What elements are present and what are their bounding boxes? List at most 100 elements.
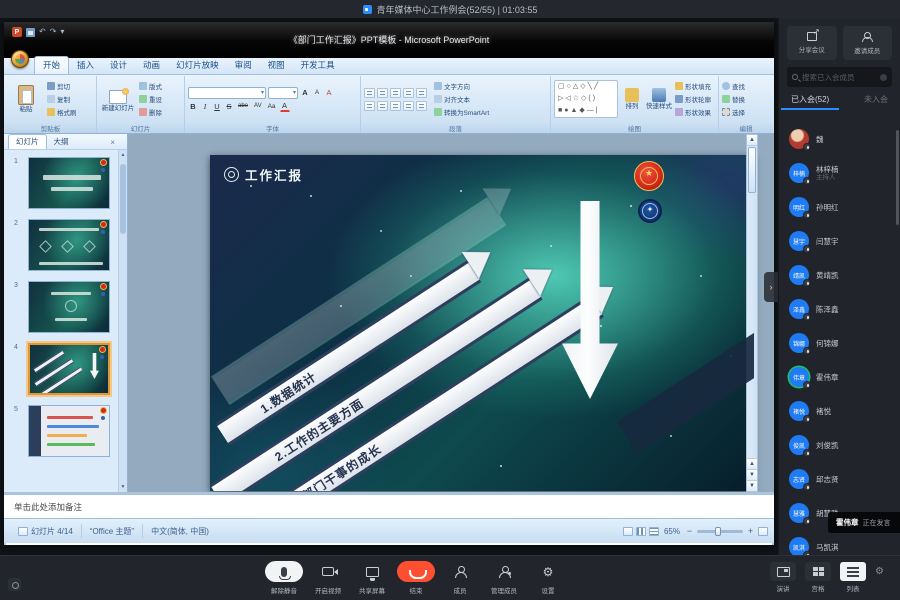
participant-row[interactable]: 慧宇 闫慧宇 — [779, 224, 900, 258]
scroll-up-icon[interactable]: ▲ — [747, 135, 757, 146]
tab-animations[interactable]: 动画 — [135, 57, 168, 74]
fit-to-window-icon[interactable] — [758, 527, 768, 536]
thumbnail-scrollbar[interactable]: ▲ ▼ — [118, 150, 127, 492]
next-slide-icon[interactable]: ▼ — [747, 469, 757, 480]
members-button[interactable]: 成员 — [438, 561, 482, 595]
save-icon[interactable] — [26, 28, 35, 37]
tab-review[interactable]: 审阅 — [227, 57, 260, 74]
participant-row[interactable]: 俊凯 刘俊凯 — [779, 428, 900, 462]
redo-icon[interactable]: ↷ — [50, 27, 57, 37]
format-painter-button[interactable]: 格式刷 — [47, 107, 77, 118]
slide-thumbnail-3[interactable]: 3 — [28, 281, 110, 333]
unmute-button[interactable]: 解除静音 — [262, 561, 306, 595]
align-center-button[interactable] — [377, 101, 388, 111]
numbering-button[interactable] — [377, 88, 388, 98]
increase-indent-button[interactable] — [403, 88, 414, 98]
tab-joined-members[interactable]: 已入会(52) — [791, 94, 829, 110]
shadow-button[interactable]: abe — [236, 101, 250, 112]
participant-list-scrollbar[interactable] — [896, 130, 899, 225]
char-spacing-button[interactable]: AV — [252, 101, 264, 112]
pane-close-icon[interactable]: × — [110, 138, 115, 149]
participant-row[interactable]: 褚悦 褚悦 — [779, 394, 900, 428]
scroll-down-icon[interactable]: ▼ — [747, 480, 757, 491]
participant-row[interactable]: 锦娜 何锦娜 — [779, 326, 900, 360]
end-meeting-button[interactable]: 结束 — [394, 561, 438, 595]
shrink-font-button[interactable]: A — [312, 87, 322, 98]
columns-button[interactable] — [416, 101, 427, 111]
settings-button[interactable]: ⚙ 设置 — [526, 561, 570, 595]
select-button[interactable]: 选择 — [722, 107, 745, 118]
participant-row[interactable]: 靖凯 黄靖凯 — [779, 258, 900, 292]
slide-thumbnail-4-selected[interactable]: 4 — [28, 343, 110, 395]
new-slide-button[interactable]: 新建幻灯片 — [100, 87, 136, 112]
slideshow-icon[interactable] — [649, 527, 659, 536]
shape-fill-button[interactable]: 形状填充 — [675, 81, 711, 92]
font-size-select[interactable] — [268, 87, 298, 99]
member-search[interactable] — [787, 67, 892, 87]
participant-row[interactable]: 明红 孙明红 — [779, 190, 900, 224]
voice-search-icon[interactable] — [880, 74, 887, 81]
pane-tab-outline[interactable]: 大纲 — [47, 135, 76, 149]
slide-thumbnail-5[interactable]: 5 — [28, 405, 110, 457]
participant-row[interactable]: 魏 — [779, 122, 900, 156]
slide-thumbnail-1[interactable]: 1 — [28, 157, 110, 209]
notes-pane[interactable]: 单击此处添加备注 — [4, 492, 774, 518]
pane-tab-slides[interactable]: 幻灯片 — [8, 134, 47, 149]
more-options-icon[interactable]: ⚙ — [875, 566, 884, 577]
text-direction-button[interactable]: 文字方向 — [434, 81, 489, 92]
shape-outline-button[interactable]: 形状轮廓 — [675, 94, 711, 105]
change-case-button[interactable]: Aa — [266, 101, 278, 112]
align-left-button[interactable] — [364, 101, 375, 111]
italic-button[interactable]: I — [200, 101, 210, 112]
qat-dropdown-icon[interactable]: ▾ — [60, 27, 64, 37]
start-video-button[interactable]: 开启视频 — [306, 561, 350, 595]
line-spacing-button[interactable] — [416, 88, 427, 98]
slide-sorter-icon[interactable] — [636, 527, 646, 536]
bullets-button[interactable] — [364, 88, 375, 98]
tab-insert[interactable]: 插入 — [69, 57, 102, 74]
font-color-button[interactable]: A — [280, 101, 290, 112]
manage-members-button[interactable]: 管理成员 — [482, 561, 526, 595]
bold-button[interactable]: B — [188, 101, 198, 112]
reset-button[interactable]: 重设 — [139, 94, 162, 105]
paste-button[interactable]: 粘贴 — [8, 85, 44, 113]
find-button[interactable]: 查找 — [722, 81, 745, 92]
slide-thumbnail-2[interactable]: 2 — [28, 219, 110, 271]
tab-home[interactable]: 开始 — [34, 56, 69, 74]
tab-not-joined-members[interactable]: 未入会 — [864, 94, 888, 110]
clear-format-button[interactable]: A — [324, 87, 334, 98]
list-view-toggle-active[interactable]: 列表 — [840, 562, 866, 593]
ppt-titlebar[interactable]: P ↶ ↷ ▾ 《部门工作汇报》PPT模板 - Microsoft PowerP… — [4, 22, 774, 58]
meeting-info-icon[interactable] — [8, 578, 21, 591]
font-name-select[interactable] — [188, 87, 266, 99]
copy-button[interactable]: 复制 — [47, 94, 77, 105]
replace-button[interactable]: 替换 — [722, 94, 745, 105]
tab-developer[interactable]: 开发工具 — [293, 57, 343, 74]
tab-slideshow[interactable]: 幻灯片放映 — [168, 57, 227, 74]
member-search-input[interactable] — [802, 73, 876, 82]
smartart-button[interactable]: 转换为SmartArt — [434, 107, 489, 118]
align-right-button[interactable] — [390, 101, 401, 111]
arrange-button[interactable]: 排列 — [621, 88, 643, 110]
zoom-out-icon[interactable]: − — [685, 526, 694, 536]
tab-view[interactable]: 视图 — [260, 57, 293, 74]
grid-view-toggle[interactable]: 宫格 — [805, 562, 831, 593]
align-text-button[interactable]: 对齐文本 — [434, 94, 489, 105]
justify-button[interactable] — [403, 101, 414, 111]
slide-scrollbar[interactable]: ▲ ▲ ▼ ▼ — [746, 134, 758, 492]
share-screen-button[interactable]: 共享屏幕 — [350, 561, 394, 595]
shapes-gallery[interactable]: ▢○△◇╲╱ ▷◁☆◇() ■●▲◆—| — [554, 80, 618, 118]
participant-row-host[interactable]: 梓楠 林梓楠 主持人 — [779, 156, 900, 190]
participant-row[interactable]: 凯淇 马凯淇 — [779, 530, 900, 555]
sidebar-collapse-handle[interactable]: › — [764, 272, 778, 302]
zoom-slider[interactable] — [697, 530, 743, 533]
speaker-view-toggle[interactable]: 演讲 — [770, 562, 796, 593]
undo-icon[interactable]: ↶ — [39, 27, 46, 37]
office-button[interactable] — [11, 50, 29, 68]
participant-row[interactable]: 志贤 邱志贤 — [779, 462, 900, 496]
invite-members-button[interactable]: 邀请成员 — [843, 26, 893, 60]
tab-design[interactable]: 设计 — [102, 57, 135, 74]
normal-view-icon[interactable] — [623, 527, 633, 536]
zoom-in-icon[interactable]: + — [746, 526, 755, 536]
participant-row-speaking[interactable]: 伟章 霍伟章 — [779, 360, 900, 394]
